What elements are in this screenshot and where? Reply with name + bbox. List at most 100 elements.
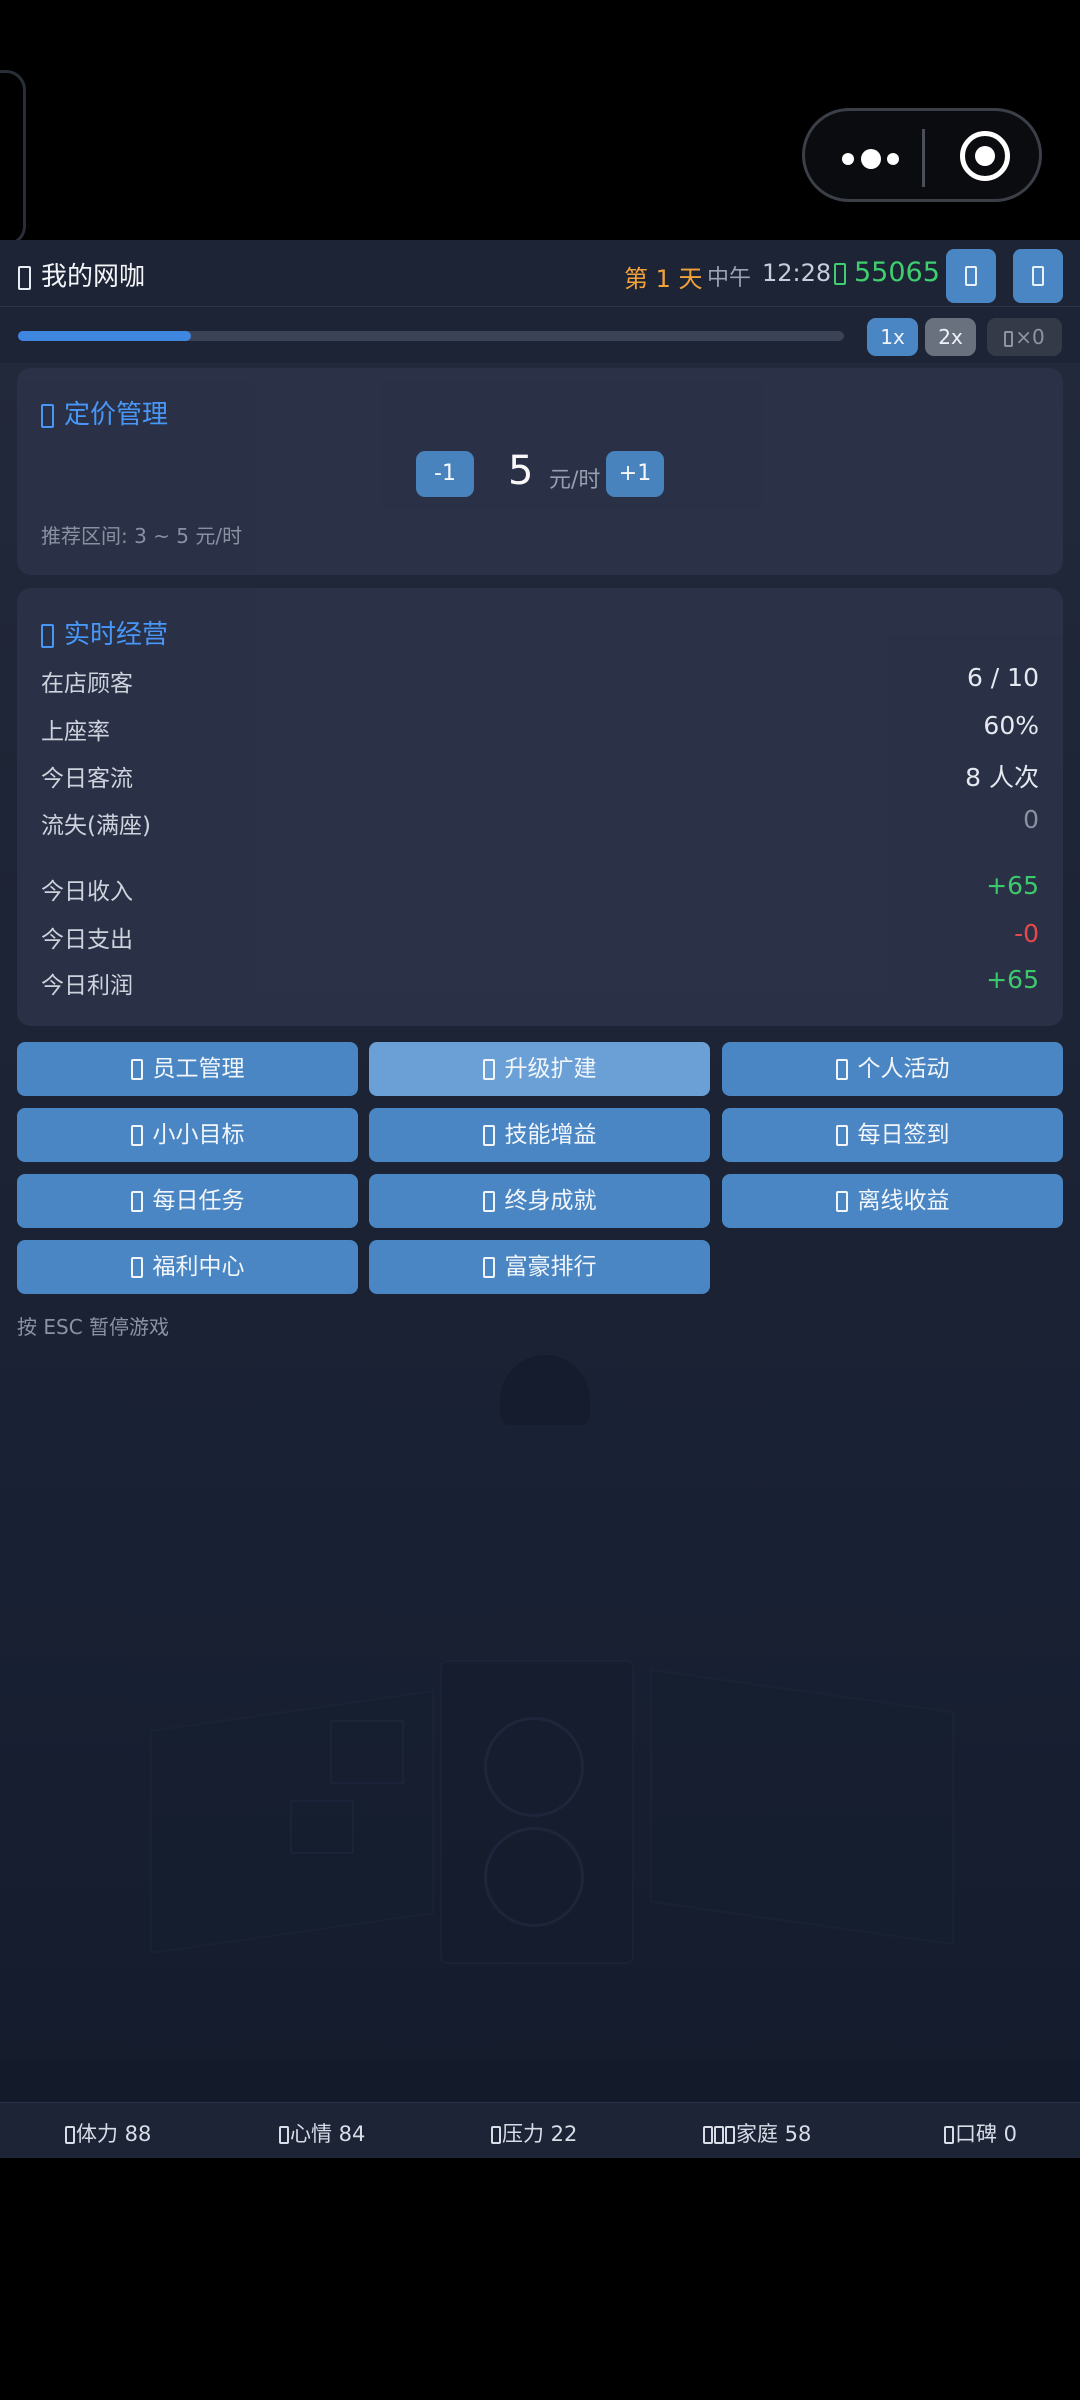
family-icon-part [714,2126,724,2144]
day-counter: 第 1 天 [624,265,703,293]
stat-value: -0 [1014,919,1039,948]
speed-2x-button[interactable]: 2x [925,318,976,356]
welfare-center-icon [130,1257,143,1278]
bottom-safe-area [0,2158,1080,2400]
realtime-panel: 实时经营 在店顾客 6 / 10 上座率 60% 今日客流 8 人次 流失(满座) 0 今日收入… [17,588,1063,1026]
offline-earnings-button[interactable]: 离线收益 [722,1174,1063,1228]
lifetime-achievements-button[interactable]: 终身成就 [369,1174,710,1228]
reputation-stat: 口碑 0 [944,2118,1017,2148]
family-icon-part [725,2126,735,2144]
personal-activity-button[interactable]: 个人活动 [722,1042,1063,1096]
time-control-row: 1x 2x ×0 [0,307,1080,363]
pricing-title: 定价管理 [41,394,168,431]
day-progress-bar [18,331,844,341]
daily-checkin-button[interactable]: 每日签到 [722,1108,1063,1162]
background-pc-tower [440,1660,634,1964]
background-lamp [500,1355,590,1425]
small-goals-icon [130,1125,143,1146]
esc-hint: 按 ESC 暂停游戏 [17,1315,170,1339]
reputation-icon [944,2126,954,2144]
cafe-icon [18,265,31,290]
menu-icon [965,266,977,286]
background-monitor-right [650,1668,954,1946]
action-label: 福利中心 [152,1254,245,1280]
stress-stat: 压力 22 [491,2118,577,2148]
action-label: 小小目标 [152,1122,245,1148]
family-icon [703,2126,713,2144]
stat-label: 今日支出 [41,927,133,953]
background-frame [290,1800,354,1854]
stat-value: 0 [1023,805,1039,834]
upgrade-expand-button[interactable]: 升级扩建 [369,1042,710,1096]
action-label: 技能增益 [504,1122,597,1148]
small-goals-button[interactable]: 小小目标 [17,1108,358,1162]
skip-icon [1004,330,1014,347]
price-increase-button[interactable]: +1 [606,451,664,497]
personal-activity-icon [835,1059,848,1080]
mood-icon [279,2126,289,2144]
day-progress-fill [18,331,192,341]
settings-icon [1032,266,1044,286]
family-stat: 家庭 58 [703,2118,811,2148]
price-decrease-button[interactable]: -1 [416,451,474,497]
skip-button[interactable]: ×0 [987,318,1062,356]
action-label: 员工管理 [152,1056,245,1082]
action-label: 每日签到 [857,1122,950,1148]
action-label: 富豪排行 [504,1254,597,1280]
price-unit: 元/时 [549,468,601,493]
action-label: 个人活动 [857,1056,950,1082]
stamina-stat: 体力 88 [65,2118,151,2148]
action-label: 升级扩建 [504,1056,597,1082]
stat-label: 上座率 [41,719,110,745]
mini-program-capsule [802,108,1042,202]
stat-value: 60% [983,711,1039,740]
rich-ranking-button[interactable]: 富豪排行 [369,1240,710,1294]
stat-value: +65 [986,871,1039,900]
player-status-bar: 体力 88 心情 84 压力 22 家庭 58 口碑 0 [0,2102,1080,2158]
stamina-icon [65,2126,75,2144]
offline-earnings-icon [835,1191,848,1212]
menu-button[interactable] [946,249,996,303]
upgrade-expand-icon [482,1059,495,1080]
pricing-icon [41,403,54,428]
price-value: 5 [508,448,534,494]
capsule-divider [922,129,925,187]
game-header: 我的网咖 第 1 天 中午 12:28 55065 [0,240,1080,307]
edge-decoration [0,70,26,246]
settings-button[interactable] [1013,249,1063,303]
mini-program-top-bar [0,0,1080,246]
money-icon [834,262,846,285]
stat-label: 今日利润 [41,973,133,999]
pricing-panel: 定价管理 -1 5 元/时 +1 推荐区间: 3 ~ 5 元/时 [17,368,1063,575]
stat-value: 8 人次 [965,763,1039,792]
recommended-range: 推荐区间: 3 ~ 5 元/时 [41,524,243,548]
stat-label: 在店顾客 [41,671,133,697]
game-screen: 我的网咖 第 1 天 中午 12:28 55065 1x 2x ×0 定价管理 … [0,240,1080,2158]
money-display: 55065 [834,257,940,288]
stat-label: 今日客流 [41,766,133,792]
skill-boost-icon [482,1125,495,1146]
more-menu-icon[interactable] [837,143,917,173]
stat-label: 流失(满座) [41,813,151,839]
lifetime-achievements-icon [482,1191,495,1212]
welfare-center-button[interactable]: 福利中心 [17,1240,358,1294]
cafe-title: 我的网咖 [18,256,145,293]
time-period: 中午 [707,266,752,291]
stress-icon [491,2126,501,2144]
action-label: 终身成就 [504,1188,597,1214]
speed-1x-button[interactable]: 1x [867,318,918,356]
close-miniprogram-icon[interactable] [960,131,1010,181]
action-label: 离线收益 [857,1188,950,1214]
action-label: 每日任务 [152,1188,245,1214]
skill-boost-button[interactable]: 技能增益 [369,1108,710,1162]
staff-management-button[interactable]: 员工管理 [17,1042,358,1096]
rich-ranking-icon [482,1257,495,1278]
stat-value: 6 / 10 [966,663,1039,692]
mood-stat: 心情 84 [279,2118,365,2148]
staff-management-icon [130,1059,143,1080]
daily-checkin-icon [835,1125,848,1146]
realtime-title: 实时经营 [41,614,168,651]
stat-value: +65 [986,965,1039,994]
daily-tasks-button[interactable]: 每日任务 [17,1174,358,1228]
realtime-icon [41,623,54,648]
